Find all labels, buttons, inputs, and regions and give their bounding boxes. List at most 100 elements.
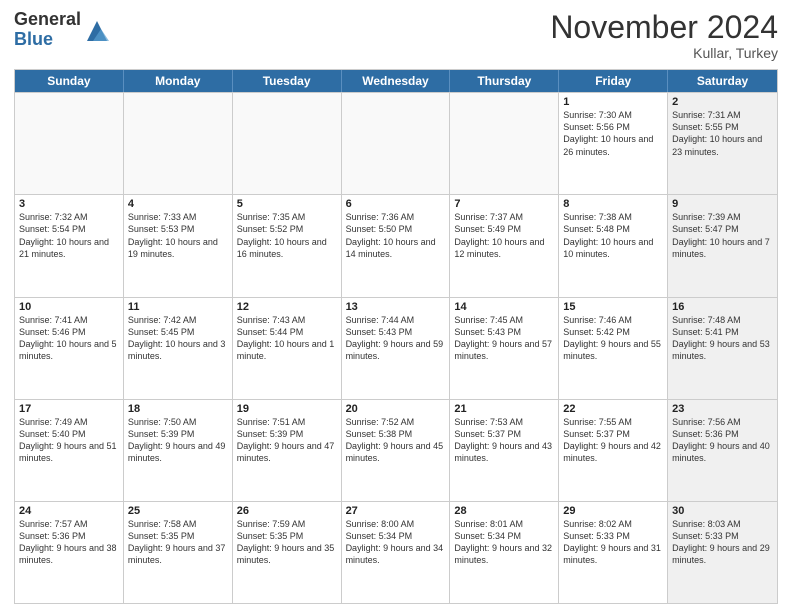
day-number: 15 xyxy=(563,301,663,313)
day-info: Sunrise: 7:46 AM Sunset: 5:42 PM Dayligh… xyxy=(563,314,663,363)
day-number: 16 xyxy=(672,301,773,313)
day-number: 17 xyxy=(19,403,119,415)
calendar-cell-10: 10Sunrise: 7:41 AM Sunset: 5:46 PM Dayli… xyxy=(15,298,124,399)
day-number: 18 xyxy=(128,403,228,415)
calendar-cell-14: 14Sunrise: 7:45 AM Sunset: 5:43 PM Dayli… xyxy=(450,298,559,399)
calendar-row-0: 1Sunrise: 7:30 AM Sunset: 5:56 PM Daylig… xyxy=(15,92,777,194)
calendar-body: 1Sunrise: 7:30 AM Sunset: 5:56 PM Daylig… xyxy=(15,92,777,603)
weekday-header-monday: Monday xyxy=(124,70,233,92)
day-info: Sunrise: 7:30 AM Sunset: 5:56 PM Dayligh… xyxy=(563,109,663,158)
calendar-cell-5: 5Sunrise: 7:35 AM Sunset: 5:52 PM Daylig… xyxy=(233,195,342,296)
day-info: Sunrise: 7:58 AM Sunset: 5:35 PM Dayligh… xyxy=(128,518,228,567)
calendar-cell-22: 22Sunrise: 7:55 AM Sunset: 5:37 PM Dayli… xyxy=(559,400,668,501)
day-number: 11 xyxy=(128,301,228,313)
calendar-row-4: 24Sunrise: 7:57 AM Sunset: 5:36 PM Dayli… xyxy=(15,501,777,603)
day-number: 13 xyxy=(346,301,446,313)
day-info: Sunrise: 7:55 AM Sunset: 5:37 PM Dayligh… xyxy=(563,416,663,465)
day-info: Sunrise: 7:32 AM Sunset: 5:54 PM Dayligh… xyxy=(19,211,119,260)
day-info: Sunrise: 7:53 AM Sunset: 5:37 PM Dayligh… xyxy=(454,416,554,465)
day-info: Sunrise: 7:56 AM Sunset: 5:36 PM Dayligh… xyxy=(672,416,773,465)
weekday-header-tuesday: Tuesday xyxy=(233,70,342,92)
day-number: 3 xyxy=(19,198,119,210)
calendar-cell-empty-0-1 xyxy=(124,93,233,194)
calendar-cell-13: 13Sunrise: 7:44 AM Sunset: 5:43 PM Dayli… xyxy=(342,298,451,399)
day-number: 9 xyxy=(672,198,773,210)
day-number: 22 xyxy=(563,403,663,415)
logo: General Blue xyxy=(14,10,111,50)
day-info: Sunrise: 7:38 AM Sunset: 5:48 PM Dayligh… xyxy=(563,211,663,260)
day-info: Sunrise: 8:03 AM Sunset: 5:33 PM Dayligh… xyxy=(672,518,773,567)
day-number: 28 xyxy=(454,505,554,517)
day-number: 26 xyxy=(237,505,337,517)
day-number: 24 xyxy=(19,505,119,517)
weekday-header-friday: Friday xyxy=(559,70,668,92)
weekday-header-wednesday: Wednesday xyxy=(342,70,451,92)
location: Kullar, Turkey xyxy=(550,45,778,61)
day-number: 23 xyxy=(672,403,773,415)
day-info: Sunrise: 7:44 AM Sunset: 5:43 PM Dayligh… xyxy=(346,314,446,363)
day-info: Sunrise: 7:49 AM Sunset: 5:40 PM Dayligh… xyxy=(19,416,119,465)
day-info: Sunrise: 7:50 AM Sunset: 5:39 PM Dayligh… xyxy=(128,416,228,465)
calendar-cell-8: 8Sunrise: 7:38 AM Sunset: 5:48 PM Daylig… xyxy=(559,195,668,296)
day-number: 21 xyxy=(454,403,554,415)
calendar-cell-26: 26Sunrise: 7:59 AM Sunset: 5:35 PM Dayli… xyxy=(233,502,342,603)
calendar-cell-30: 30Sunrise: 8:03 AM Sunset: 5:33 PM Dayli… xyxy=(668,502,777,603)
calendar-cell-15: 15Sunrise: 7:46 AM Sunset: 5:42 PM Dayli… xyxy=(559,298,668,399)
calendar-cell-21: 21Sunrise: 7:53 AM Sunset: 5:37 PM Dayli… xyxy=(450,400,559,501)
calendar-cell-18: 18Sunrise: 7:50 AM Sunset: 5:39 PM Dayli… xyxy=(124,400,233,501)
day-info: Sunrise: 7:33 AM Sunset: 5:53 PM Dayligh… xyxy=(128,211,228,260)
day-number: 6 xyxy=(346,198,446,210)
page: General Blue November 2024 Kullar, Turke… xyxy=(0,0,792,612)
calendar-cell-4: 4Sunrise: 7:33 AM Sunset: 5:53 PM Daylig… xyxy=(124,195,233,296)
calendar-cell-28: 28Sunrise: 8:01 AM Sunset: 5:34 PM Dayli… xyxy=(450,502,559,603)
calendar-cell-1: 1Sunrise: 7:30 AM Sunset: 5:56 PM Daylig… xyxy=(559,93,668,194)
calendar-row-1: 3Sunrise: 7:32 AM Sunset: 5:54 PM Daylig… xyxy=(15,194,777,296)
day-info: Sunrise: 7:51 AM Sunset: 5:39 PM Dayligh… xyxy=(237,416,337,465)
calendar-cell-6: 6Sunrise: 7:36 AM Sunset: 5:50 PM Daylig… xyxy=(342,195,451,296)
day-info: Sunrise: 7:36 AM Sunset: 5:50 PM Dayligh… xyxy=(346,211,446,260)
calendar-cell-17: 17Sunrise: 7:49 AM Sunset: 5:40 PM Dayli… xyxy=(15,400,124,501)
day-info: Sunrise: 8:01 AM Sunset: 5:34 PM Dayligh… xyxy=(454,518,554,567)
calendar-cell-19: 19Sunrise: 7:51 AM Sunset: 5:39 PM Dayli… xyxy=(233,400,342,501)
day-info: Sunrise: 7:31 AM Sunset: 5:55 PM Dayligh… xyxy=(672,109,773,158)
logo-icon xyxy=(83,17,111,45)
day-number: 10 xyxy=(19,301,119,313)
logo-blue: Blue xyxy=(14,30,81,50)
day-number: 14 xyxy=(454,301,554,313)
calendar-cell-16: 16Sunrise: 7:48 AM Sunset: 5:41 PM Dayli… xyxy=(668,298,777,399)
day-info: Sunrise: 7:45 AM Sunset: 5:43 PM Dayligh… xyxy=(454,314,554,363)
logo-general: General xyxy=(14,10,81,30)
logo-text: General Blue xyxy=(14,10,81,50)
day-info: Sunrise: 7:43 AM Sunset: 5:44 PM Dayligh… xyxy=(237,314,337,363)
calendar-cell-27: 27Sunrise: 8:00 AM Sunset: 5:34 PM Dayli… xyxy=(342,502,451,603)
day-info: Sunrise: 7:52 AM Sunset: 5:38 PM Dayligh… xyxy=(346,416,446,465)
day-number: 8 xyxy=(563,198,663,210)
calendar-cell-2: 2Sunrise: 7:31 AM Sunset: 5:55 PM Daylig… xyxy=(668,93,777,194)
day-info: Sunrise: 7:35 AM Sunset: 5:52 PM Dayligh… xyxy=(237,211,337,260)
day-number: 5 xyxy=(237,198,337,210)
calendar-header: SundayMondayTuesdayWednesdayThursdayFrid… xyxy=(15,70,777,92)
calendar-cell-24: 24Sunrise: 7:57 AM Sunset: 5:36 PM Dayli… xyxy=(15,502,124,603)
day-number: 7 xyxy=(454,198,554,210)
day-info: Sunrise: 8:00 AM Sunset: 5:34 PM Dayligh… xyxy=(346,518,446,567)
calendar-cell-3: 3Sunrise: 7:32 AM Sunset: 5:54 PM Daylig… xyxy=(15,195,124,296)
day-info: Sunrise: 7:39 AM Sunset: 5:47 PM Dayligh… xyxy=(672,211,773,260)
day-number: 1 xyxy=(563,96,663,108)
calendar-row-2: 10Sunrise: 7:41 AM Sunset: 5:46 PM Dayli… xyxy=(15,297,777,399)
weekday-header-saturday: Saturday xyxy=(668,70,777,92)
calendar-cell-25: 25Sunrise: 7:58 AM Sunset: 5:35 PM Dayli… xyxy=(124,502,233,603)
title-block: November 2024 Kullar, Turkey xyxy=(550,10,778,61)
calendar-cell-9: 9Sunrise: 7:39 AM Sunset: 5:47 PM Daylig… xyxy=(668,195,777,296)
calendar-cell-empty-0-4 xyxy=(450,93,559,194)
day-info: Sunrise: 8:02 AM Sunset: 5:33 PM Dayligh… xyxy=(563,518,663,567)
day-number: 19 xyxy=(237,403,337,415)
calendar-cell-7: 7Sunrise: 7:37 AM Sunset: 5:49 PM Daylig… xyxy=(450,195,559,296)
day-number: 4 xyxy=(128,198,228,210)
day-number: 12 xyxy=(237,301,337,313)
day-number: 25 xyxy=(128,505,228,517)
calendar-cell-20: 20Sunrise: 7:52 AM Sunset: 5:38 PM Dayli… xyxy=(342,400,451,501)
day-info: Sunrise: 7:37 AM Sunset: 5:49 PM Dayligh… xyxy=(454,211,554,260)
weekday-header-thursday: Thursday xyxy=(450,70,559,92)
day-info: Sunrise: 7:42 AM Sunset: 5:45 PM Dayligh… xyxy=(128,314,228,363)
day-number: 27 xyxy=(346,505,446,517)
